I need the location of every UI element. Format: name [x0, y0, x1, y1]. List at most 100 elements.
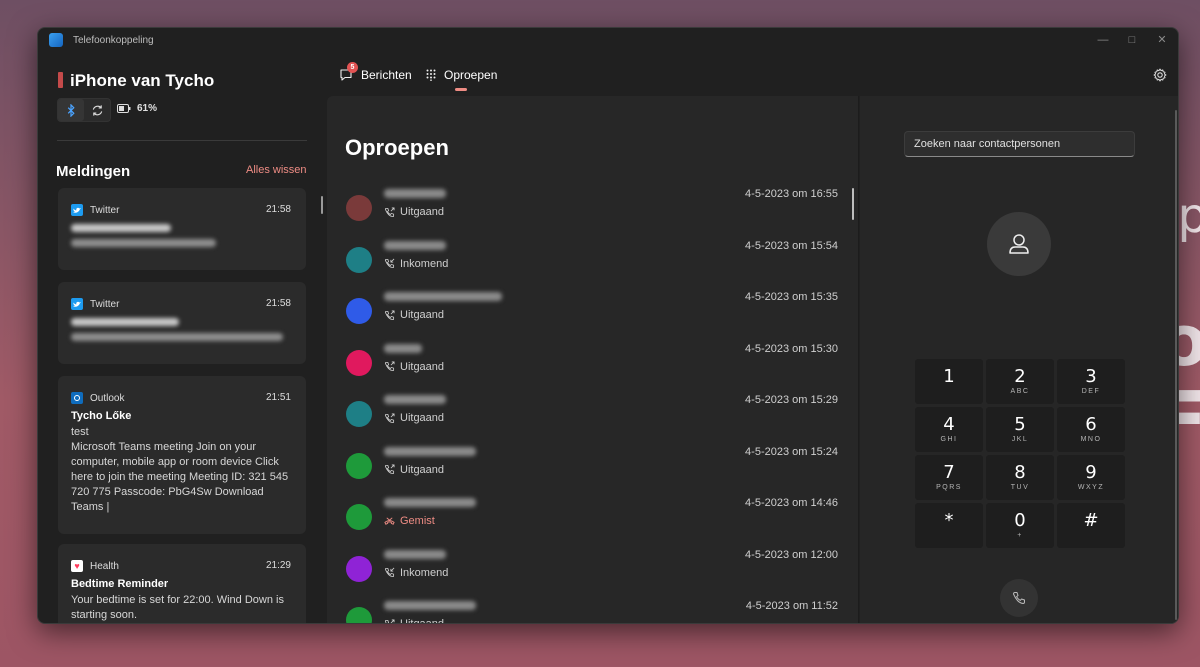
dial-key[interactable]: 9 WXYZ — [1057, 455, 1125, 500]
sidebar-scrollbar[interactable] — [321, 196, 323, 214]
call-list-item[interactable]: Uitgaand 4-5-2023 om 15:30 — [327, 338, 847, 388]
call-type-label: Gemist — [400, 515, 435, 527]
redacted-contact-name — [384, 601, 476, 610]
device-status-group — [57, 98, 111, 122]
minimize-button[interactable]: — — [1093, 32, 1113, 48]
call-button[interactable] — [1000, 579, 1038, 617]
contact-avatar — [346, 195, 372, 221]
twitter-icon — [71, 204, 83, 216]
dial-key[interactable]: 1 — [915, 359, 983, 404]
twitter-icon — [71, 298, 83, 310]
missed-call-icon — [384, 516, 395, 525]
sync-button[interactable] — [84, 99, 110, 121]
dialer-scrollbar[interactable] — [1175, 110, 1177, 620]
notification-time: 21:58 — [265, 204, 291, 215]
call-list-scrollbar[interactable] — [852, 188, 854, 220]
person-icon — [1009, 234, 1029, 254]
phone-link-app-icon — [49, 33, 63, 47]
call-list-item[interactable]: Inkomend 4-5-2023 om 12:00 — [327, 544, 847, 594]
health-icon: ♥ — [71, 560, 83, 572]
call-timestamp: 4-5-2023 om 11:52 — [745, 600, 838, 612]
call-list-item[interactable]: Uitgaand 4-5-2023 om 16:55 — [327, 183, 847, 233]
call-type: Uitgaand — [384, 618, 444, 623]
notification-title: Bedtime Reminder — [71, 578, 169, 590]
redacted-contact-name — [384, 189, 446, 198]
tab-messages[interactable]: 5 Berichten — [339, 62, 412, 82]
dial-key-letters: JKL — [1011, 436, 1029, 443]
dial-key-digit: 1 — [943, 366, 955, 387]
dial-key-digit: 6 — [1085, 414, 1097, 435]
calls-heading: Oproepen — [345, 135, 449, 160]
incoming-call-icon — [384, 567, 395, 578]
call-type-label: Inkomend — [400, 257, 449, 270]
call-list-item[interactable]: Uitgaand 4-5-2023 om 15:24 — [327, 441, 847, 491]
notification-time: 21:29 — [265, 560, 291, 571]
dial-key-letters: GHI — [940, 436, 958, 443]
call-type: Inkomend — [384, 258, 448, 270]
redacted-contact-name — [384, 292, 502, 301]
call-timestamp: 4-5-2023 om 16:55 — [745, 188, 838, 200]
notification-title: Tycho Lőke — [71, 410, 132, 422]
dial-key[interactable]: * — [915, 503, 983, 548]
dial-key-digit: 4 — [943, 414, 955, 435]
maximize-button[interactable]: □ — [1122, 32, 1142, 48]
title-bar: Telefoonkoppeling — □ ✕ — [38, 28, 1178, 52]
call-list-item[interactable]: Uitgaand 4-5-2023 om 15:29 — [327, 389, 847, 439]
contact-avatar-placeholder — [987, 212, 1051, 276]
call-timestamp: 4-5-2023 om 14:46 — [745, 497, 838, 509]
dial-key-digit: # — [1083, 510, 1099, 531]
dial-key-letters: WXYZ — [1077, 484, 1105, 491]
outgoing-call-icon — [384, 310, 395, 320]
redacted-title — [71, 224, 171, 232]
settings-button[interactable] — [1153, 68, 1167, 87]
notification-app-name: Health — [90, 560, 119, 572]
contact-avatar — [346, 246, 372, 273]
call-timestamp: 4-5-2023 om 15:24 — [745, 445, 838, 458]
contact-search-input[interactable]: Zoeken naar contactpersonen — [904, 131, 1135, 157]
call-type-label: Uitgaand — [400, 463, 445, 476]
notification-card[interactable]: Twitter 21:58 — [58, 188, 306, 270]
notification-card[interactable]: ♥ Health 21:29 Bedtime Reminder Your bed… — [58, 544, 306, 623]
dial-key[interactable]: 0 + — [986, 503, 1054, 548]
call-list-item[interactable]: Uitgaand 4-5-2023 om 11:52 — [327, 595, 847, 623]
notification-card[interactable]: Twitter 21:58 — [58, 282, 306, 364]
redacted-contact-name — [384, 498, 476, 507]
bluetooth-icon — [67, 103, 75, 117]
close-button[interactable]: ✕ — [1152, 32, 1172, 48]
app-window: Telefoonkoppeling — □ ✕ iPhone van Tycho… — [37, 27, 1179, 624]
call-list-item[interactable]: Uitgaand 4-5-2023 om 15:35 — [327, 286, 847, 336]
tab-calls-label: Oproepen — [444, 68, 498, 82]
battery-icon — [117, 104, 131, 113]
dial-key[interactable]: 6 MNO — [1057, 407, 1125, 452]
active-tab-indicator — [455, 88, 467, 91]
dial-key-letters: TUV — [1010, 484, 1030, 491]
dial-key[interactable]: 7 PQRS — [915, 455, 983, 500]
contact-avatar — [346, 349, 372, 376]
device-name[interactable]: iPhone van Tycho — [70, 71, 214, 91]
dial-key[interactable]: 8 TUV — [986, 455, 1054, 500]
messages-badge: 5 — [347, 62, 358, 73]
bluetooth-toggle[interactable] — [58, 99, 84, 121]
call-list-item[interactable]: Inkomend 4-5-2023 om 15:54 — [327, 235, 847, 285]
dial-key-letters: DEF — [1081, 388, 1101, 395]
notification-header: ♥ Health — [71, 560, 119, 572]
dial-key-letters: PQRS — [936, 484, 962, 491]
dial-key[interactable]: 3 DEF — [1057, 359, 1125, 404]
dial-key-letters: + — [1017, 532, 1023, 539]
tab-calls[interactable]: Oproepen — [426, 68, 497, 82]
call-type-label: Uitgaand — [400, 412, 445, 424]
contact-avatar — [346, 298, 372, 324]
call-list-item[interactable]: Gemist 4-5-2023 om 14:46 — [327, 492, 847, 542]
notification-card[interactable]: Outlook 21:51 Tycho Lőke test Microsoft … — [58, 376, 306, 534]
dial-key[interactable]: 5 JKL — [986, 407, 1054, 452]
call-timestamp: 4-5-2023 om 15:54 — [745, 239, 838, 252]
background-letter-p: p — [1177, 188, 1200, 244]
dialer-panel: Zoeken naar contactpersonen 1 2 ABC 3 DEF 4 GH… — [860, 96, 1178, 623]
dial-key[interactable]: 4 GHI — [915, 407, 983, 452]
dial-key[interactable]: 2 ABC — [986, 359, 1054, 404]
call-timestamp: 4-5-2023 om 15:35 — [745, 291, 838, 303]
call-type-label: Uitgaand — [400, 309, 445, 321]
dial-key[interactable]: # — [1057, 503, 1125, 548]
clear-all-link[interactable]: Alles wissen — [246, 164, 307, 176]
dial-keypad: 1 2 ABC 3 DEF 4 GHI 5 JKL 6 MNO 7 PQRS 8 TUV 9 WXYZ * 0 + # — [915, 359, 1125, 548]
